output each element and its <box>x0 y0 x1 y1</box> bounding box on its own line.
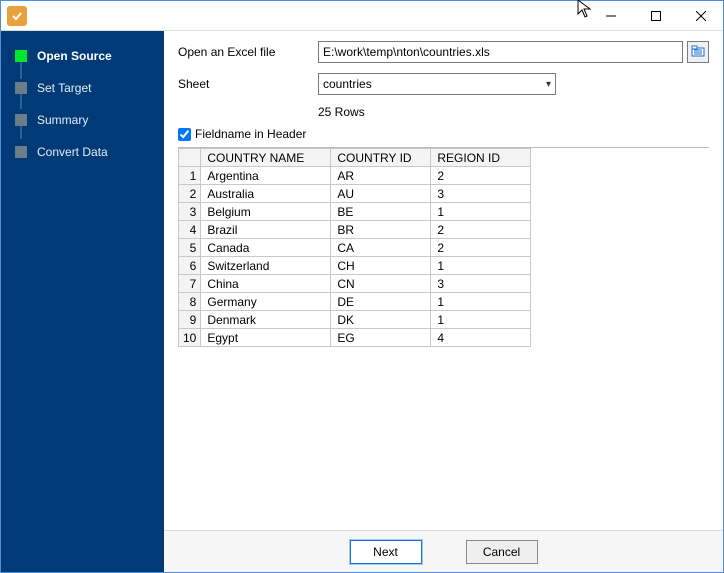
cell[interactable]: Belgium <box>201 203 331 221</box>
cell[interactable]: BR <box>331 221 431 239</box>
close-button[interactable] <box>678 1 723 31</box>
minimize-button[interactable] <box>588 1 633 31</box>
cell[interactable]: 2 <box>431 221 531 239</box>
table-row[interactable]: 2AustraliaAU3 <box>179 185 531 203</box>
form-area: Open an Excel file Sheet countries ▾ <box>164 31 723 530</box>
maximize-button[interactable] <box>633 1 678 31</box>
main-area: Open Source Set Target Summary Convert D… <box>1 31 723 572</box>
content-panel: Open an Excel file Sheet countries ▾ <box>164 31 723 572</box>
fieldname-header-checkbox[interactable] <box>178 128 191 141</box>
row-number: 3 <box>179 203 201 221</box>
wizard-footer: Next Cancel <box>164 530 723 572</box>
app-icon <box>7 6 27 26</box>
cell[interactable]: Denmark <box>201 311 331 329</box>
cell[interactable]: CH <box>331 257 431 275</box>
row-number: 5 <box>179 239 201 257</box>
table-row[interactable]: 9DenmarkDK1 <box>179 311 531 329</box>
cell[interactable]: 1 <box>431 257 531 275</box>
table-row[interactable]: 5CanadaCA2 <box>179 239 531 257</box>
sheet-select-value: countries <box>323 77 372 91</box>
cell[interactable]: 2 <box>431 239 531 257</box>
row-number: 10 <box>179 329 201 347</box>
row-sheet: Sheet countries ▾ <box>178 73 709 95</box>
cell[interactable]: 1 <box>431 203 531 221</box>
cell[interactable]: Brazil <box>201 221 331 239</box>
table-row[interactable]: 3BelgiumBE1 <box>179 203 531 221</box>
table-row[interactable]: 7ChinaCN3 <box>179 275 531 293</box>
cell[interactable]: Argentina <box>201 167 331 185</box>
step-label: Set Target <box>37 81 91 95</box>
titlebar <box>1 1 723 31</box>
cancel-button[interactable]: Cancel <box>466 540 538 564</box>
sheet-select[interactable]: countries ▾ <box>318 73 556 95</box>
cell[interactable]: AR <box>331 167 431 185</box>
step-label: Summary <box>37 113 88 127</box>
row-number: 8 <box>179 293 201 311</box>
wizard-sidebar: Open Source Set Target Summary Convert D… <box>1 31 164 572</box>
column-header[interactable]: COUNTRY NAME <box>201 149 331 167</box>
cell[interactable]: 3 <box>431 275 531 293</box>
sheet-label: Sheet <box>178 77 318 91</box>
sidebar-step-summary[interactable]: Summary <box>1 107 164 133</box>
step-label: Convert Data <box>37 145 108 159</box>
window-controls <box>588 1 723 31</box>
open-file-label: Open an Excel file <box>178 45 318 59</box>
table-row[interactable]: 8GermanyDE1 <box>179 293 531 311</box>
cell[interactable]: 1 <box>431 311 531 329</box>
row-number: 7 <box>179 275 201 293</box>
step-marker-icon <box>15 82 27 94</box>
column-header[interactable]: REGION ID <box>431 149 531 167</box>
data-grid[interactable]: COUNTRY NAME COUNTRY ID REGION ID 1Argen… <box>178 147 709 526</box>
file-path-input[interactable] <box>318 41 683 63</box>
step-marker-icon <box>15 50 27 62</box>
cell[interactable]: AU <box>331 185 431 203</box>
cell[interactable]: Canada <box>201 239 331 257</box>
cell[interactable]: China <box>201 275 331 293</box>
cell[interactable]: DE <box>331 293 431 311</box>
row-number: 6 <box>179 257 201 275</box>
table-row[interactable]: 6SwitzerlandCH1 <box>179 257 531 275</box>
next-button[interactable]: Next <box>350 540 422 564</box>
cell[interactable]: Switzerland <box>201 257 331 275</box>
row-number: 1 <box>179 167 201 185</box>
rows-count-label: 25 Rows <box>178 105 709 119</box>
cell[interactable]: Egypt <box>201 329 331 347</box>
cell[interactable]: EG <box>331 329 431 347</box>
cell[interactable]: CA <box>331 239 431 257</box>
cell[interactable]: Germany <box>201 293 331 311</box>
step-marker-icon <box>15 114 27 126</box>
sidebar-step-set-target[interactable]: Set Target <box>1 75 164 101</box>
table-row[interactable]: 4BrazilBR2 <box>179 221 531 239</box>
chevron-down-icon: ▾ <box>546 79 551 90</box>
open-folder-icon <box>691 44 705 61</box>
cell[interactable]: 1 <box>431 293 531 311</box>
cell[interactable]: CN <box>331 275 431 293</box>
table-row[interactable]: 1ArgentinaAR2 <box>179 167 531 185</box>
row-number: 4 <box>179 221 201 239</box>
row-number: 9 <box>179 311 201 329</box>
table-row[interactable]: 10EgyptEG4 <box>179 329 531 347</box>
row-open-file: Open an Excel file <box>178 41 709 63</box>
row-fieldname-header: Fieldname in Header <box>178 127 709 141</box>
cell[interactable]: Australia <box>201 185 331 203</box>
step-marker-icon <box>15 146 27 158</box>
sidebar-step-convert-data[interactable]: Convert Data <box>1 139 164 165</box>
row-number: 2 <box>179 185 201 203</box>
grid-corner <box>179 149 201 167</box>
cell[interactable]: 3 <box>431 185 531 203</box>
app-window: Open Source Set Target Summary Convert D… <box>0 0 724 573</box>
browse-button[interactable] <box>687 41 709 63</box>
cell[interactable]: DK <box>331 311 431 329</box>
cell[interactable]: 2 <box>431 167 531 185</box>
fieldname-header-label: Fieldname in Header <box>195 127 306 141</box>
column-header[interactable]: COUNTRY ID <box>331 149 431 167</box>
cell[interactable]: BE <box>331 203 431 221</box>
sidebar-step-open-source[interactable]: Open Source <box>1 43 164 69</box>
cell[interactable]: 4 <box>431 329 531 347</box>
step-label: Open Source <box>37 49 112 63</box>
